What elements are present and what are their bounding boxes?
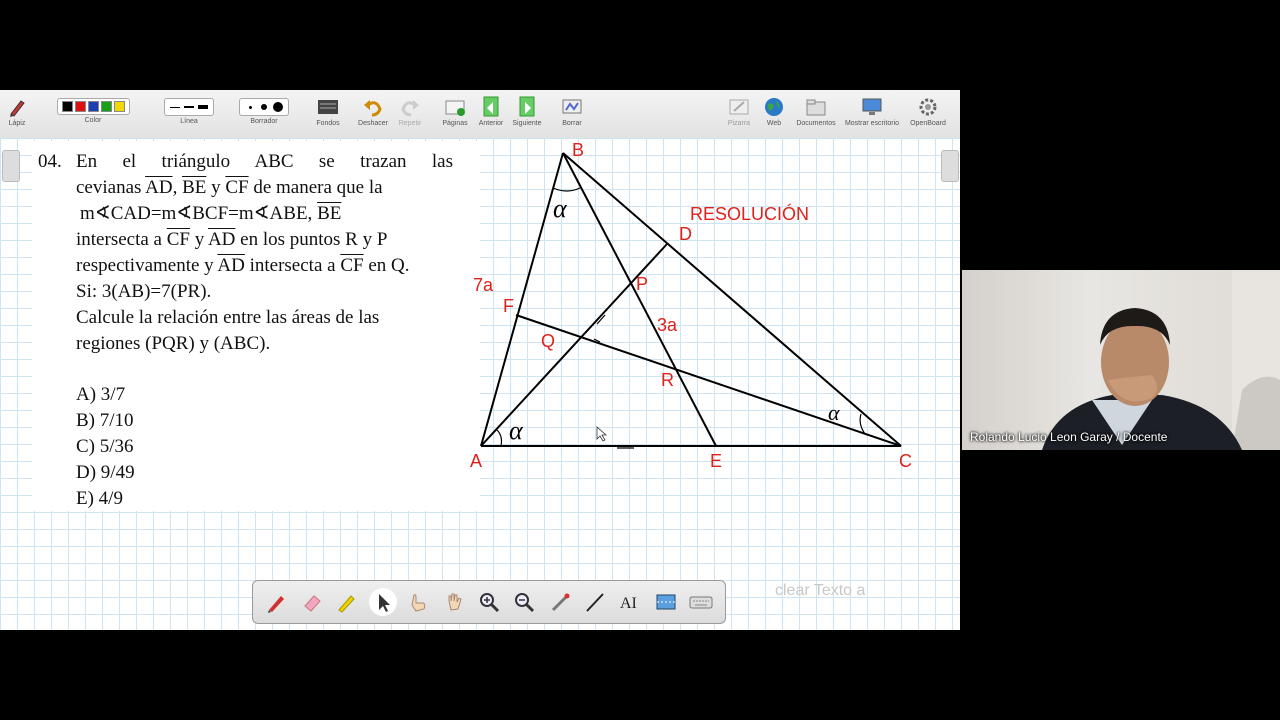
hand-tool[interactable] xyxy=(440,588,468,616)
label-point-d: D xyxy=(679,224,692,244)
clear-button[interactable]: Borrar xyxy=(555,92,589,136)
alpha-c: α xyxy=(828,400,840,425)
side-bc xyxy=(562,152,902,447)
label-point-b: B xyxy=(572,140,584,160)
pen-tool[interactable] xyxy=(263,588,291,616)
gear-icon xyxy=(917,96,939,118)
pen-button[interactable]: Lápiz xyxy=(4,92,30,136)
interact-tool[interactable] xyxy=(404,588,432,616)
label-3a: 3a xyxy=(657,315,678,335)
mouse-cursor-icon xyxy=(596,426,608,442)
previous-page-button[interactable]: Anterior xyxy=(474,92,508,136)
color-red[interactable] xyxy=(74,101,86,112)
keyboard-icon xyxy=(689,596,713,609)
line-width-picker[interactable]: Línea xyxy=(157,92,221,136)
presenter-name: Rolando Lucio Leon Garay / Docente xyxy=(970,430,1168,444)
alpha-a: α xyxy=(509,416,524,445)
highlighter-tool[interactable] xyxy=(333,588,361,616)
clear-page-icon xyxy=(561,96,583,118)
zoom-out-icon xyxy=(515,593,535,613)
text-icon: AI xyxy=(620,595,637,612)
next-page-icon xyxy=(516,96,538,118)
board-button[interactable]: Pizarra xyxy=(722,92,756,136)
svg-text:AI: AI xyxy=(620,595,637,612)
label-point-q: Q xyxy=(541,331,555,351)
pen-icon xyxy=(6,96,28,118)
board-icon xyxy=(728,96,750,118)
eraser-tool[interactable] xyxy=(298,588,326,616)
pen-icon xyxy=(267,596,284,613)
line-thin[interactable] xyxy=(169,101,181,113)
angle-arc-a xyxy=(496,429,503,447)
line-tool[interactable] xyxy=(581,588,609,616)
label-point-r: R xyxy=(661,370,674,390)
globe-icon xyxy=(763,96,785,118)
backgrounds-button[interactable]: Fondos xyxy=(313,92,343,136)
line-medium[interactable] xyxy=(183,101,195,113)
eraser-size-picker[interactable]: Borrador xyxy=(231,92,297,136)
presenter-video xyxy=(1042,270,1280,450)
next-page-button[interactable]: Siguiente xyxy=(509,92,545,136)
backgrounds-icon xyxy=(317,96,339,118)
desktop-icon xyxy=(861,96,883,118)
redo-button[interactable]: Repetir xyxy=(394,92,426,136)
documents-button[interactable]: Documentos xyxy=(792,92,840,136)
pages-button[interactable]: Páginas xyxy=(438,92,472,136)
show-desktop-button[interactable]: Mostrar escritorio xyxy=(842,92,902,136)
color-yellow[interactable] xyxy=(113,101,125,112)
angle-arc-c xyxy=(859,413,866,435)
laser-pointer-icon xyxy=(551,593,570,612)
keyboard-tool[interactable] xyxy=(687,588,715,616)
capture-icon xyxy=(656,594,676,610)
color-blue[interactable] xyxy=(87,101,99,112)
cevian-cf xyxy=(515,314,902,447)
redo-icon xyxy=(399,96,421,118)
eraser-large[interactable] xyxy=(272,101,284,113)
openboard-menu-button[interactable]: OpenBoard xyxy=(906,92,950,136)
zoom-out-tool[interactable] xyxy=(510,588,538,616)
color-green[interactable] xyxy=(100,101,112,112)
top-toolbar: Lápiz Color Línea Borrador Fondos Deshac… xyxy=(0,90,960,139)
hand-icon xyxy=(448,593,462,611)
eraser-medium[interactable] xyxy=(258,101,270,113)
angle-arc-b xyxy=(552,187,581,192)
capture-tool[interactable] xyxy=(652,588,680,616)
zoom-in-icon xyxy=(479,593,499,613)
undo-button[interactable]: Deshacer xyxy=(355,92,391,136)
label-point-f: F xyxy=(503,296,514,316)
folder-icon xyxy=(805,96,827,118)
triangle-figure: B D P F Q R A E C 7a 3a α α α xyxy=(470,140,912,471)
laser-tool[interactable] xyxy=(546,588,574,616)
webcam-feed: Rolando Lucio Leon Garay / Docente xyxy=(962,270,1280,450)
alpha-b: α xyxy=(553,194,568,223)
cevian-be xyxy=(562,152,717,447)
web-button[interactable]: Web xyxy=(760,92,788,136)
label-7a: 7a xyxy=(473,275,494,295)
eraser-small[interactable] xyxy=(244,101,256,113)
label-point-c: C xyxy=(899,451,912,471)
pointing-hand-icon xyxy=(411,594,426,612)
undo-icon xyxy=(362,96,384,118)
line-thick[interactable] xyxy=(197,101,209,113)
color-black[interactable] xyxy=(61,101,73,112)
select-tool[interactable] xyxy=(368,588,397,616)
zoom-in-tool[interactable] xyxy=(475,588,503,616)
line-icon xyxy=(586,593,604,612)
previous-page-icon xyxy=(480,96,502,118)
whiteboard-canvas[interactable]: 04. En el triángulo ABC se trazan las ce… xyxy=(0,138,960,630)
openboard-window: Lápiz Color Línea Borrador Fondos Deshac… xyxy=(0,90,960,630)
eraser-icon xyxy=(304,595,321,612)
color-picker[interactable]: Color xyxy=(40,92,146,136)
label-point-p: P xyxy=(636,274,648,294)
ghost-text: clear Texto a xyxy=(775,582,866,599)
label-point-e: E xyxy=(710,451,722,471)
label-point-a: A xyxy=(470,451,482,471)
arrow-cursor-icon xyxy=(378,594,390,612)
stylus-palette: AI xyxy=(252,580,726,624)
pages-icon xyxy=(444,96,466,118)
text-tool[interactable]: AI xyxy=(616,588,644,616)
highlighter-icon xyxy=(338,595,356,613)
